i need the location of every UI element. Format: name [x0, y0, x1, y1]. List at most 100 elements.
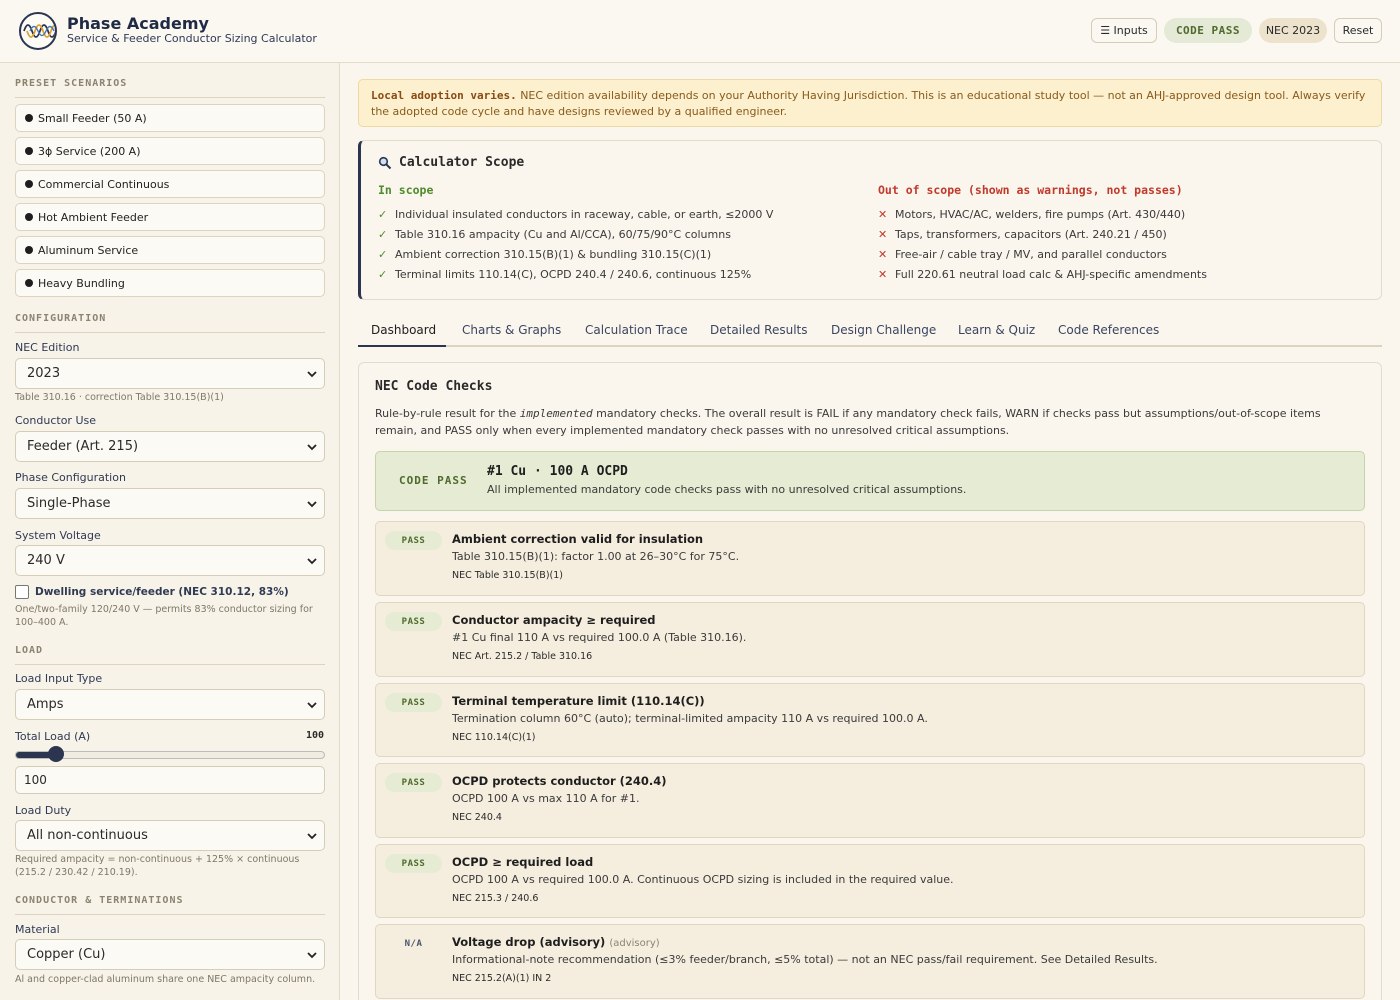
phase-academy-logo [19, 12, 57, 50]
preset-label: Commercial Continuous [38, 177, 170, 191]
out-scope-item: ✕ Full 220.61 neutral load calc & AHJ-spe… [878, 268, 1207, 281]
x-icon: ✕ [878, 268, 888, 281]
total-load-display: 100 [305, 730, 324, 741]
check-reference: NEC 240.4 [452, 812, 502, 823]
in-scope-item: ✓ Individual insulated conductors in race… [378, 208, 773, 221]
app-subtitle: Service & Feeder Conductor Sizing Calcul… [67, 32, 317, 45]
material-value: Copper (Cu) [27, 947, 106, 962]
divider [15, 97, 325, 98]
panel-title: NEC Code Checks [375, 379, 493, 394]
bullet-icon [25, 147, 33, 155]
total-load-slider[interactable] [15, 746, 325, 762]
preset-commercial-continuous-button[interactable]: Commercial Continuous [15, 170, 325, 198]
tab-bar: Dashboard Charts & Graphs Calculation Tr… [358, 315, 1382, 347]
dwelling-checkbox[interactable] [15, 585, 29, 599]
active-tab-indicator [358, 345, 446, 347]
material-hint: Al and copper-clad aluminum share one NE… [15, 974, 316, 985]
load-duty-select[interactable]: All non-continuous [15, 820, 325, 851]
system-voltage-label: System Voltage [15, 529, 101, 542]
preset-3ph-service-button[interactable]: 3ϕ Service (200 A) [15, 137, 325, 165]
divider [15, 332, 325, 333]
dwelling-checkbox-label[interactable]: Dwelling service/feeder (NEC 310.12, 83%… [35, 586, 289, 598]
tab-dashboard[interactable]: Dashboard [371, 323, 436, 337]
check-title: Terminal temperature limit (110.14(C)) [452, 694, 705, 708]
warning-text: NEC edition availability depends on your… [371, 89, 1366, 118]
status-badge: N/A [404, 938, 423, 949]
phase-config-label: Phase Configuration [15, 471, 126, 484]
check-reference: NEC 215.3 / 240.6 [452, 893, 539, 904]
preset-label: Small Feeder (50 A) [38, 111, 147, 125]
preset-aluminum-service-button[interactable]: Aluminum Service [15, 236, 325, 264]
nec-code-checks-panel: NEC Code Checks Rule-by-rule result for … [358, 362, 1382, 1000]
x-icon: ✕ [878, 248, 888, 261]
conductor-use-select[interactable]: Feeder (Art. 215) [15, 431, 325, 462]
nec-edition-select[interactable]: 2023 [15, 358, 325, 389]
in-scope-heading: In scope [378, 183, 434, 197]
tab-charts-graphs[interactable]: Charts & Graphs [462, 323, 561, 337]
check-description: Informational-note recommendation (≤3% f… [452, 953, 1158, 966]
preset-small-feeder-button[interactable]: Small Feeder (50 A) [15, 104, 325, 132]
in-scope-item: ✓ Ambient correction 310.15(B)(1) & bundl… [378, 248, 711, 261]
x-icon: ✕ [878, 208, 888, 221]
chevron-down-icon [307, 952, 317, 959]
in-scope-item: ✓ Terminal limits 110.14(C), OCPD 240.4 /… [378, 268, 751, 281]
out-scope-text: Full 220.61 neutral load calc & AHJ-spec… [895, 268, 1207, 281]
inputs-sidebar: PRESET SCENARIOS Small Feeder (50 A) 3ϕ … [0, 63, 340, 1000]
divider [15, 664, 325, 665]
code-check-item: PASS Terminal temperature limit (110.14(… [375, 683, 1365, 757]
desc-part: Rule-by-rule result for the [375, 407, 520, 420]
check-description: #1 Cu final 110 A vs required 100.0 A (T… [452, 631, 747, 644]
phase-config-value: Single-Phase [27, 496, 111, 511]
in-scope-item: ✓ Table 310.16 ampacity (Cu and Al/CCA), … [378, 228, 731, 241]
out-scope-text: Motors, HVAC/AC, welders, fire pumps (Ar… [895, 208, 1186, 221]
in-scope-text: Table 310.16 ampacity (Cu and Al/CCA), 6… [395, 228, 731, 241]
check-reference: NEC Table 310.15(B)(1) [452, 570, 563, 581]
overall-result-subtitle: All implemented mandatory code checks pa… [487, 483, 967, 496]
reset-button[interactable]: Reset [1334, 18, 1382, 43]
status-badge: PASS [385, 693, 442, 712]
total-load-input[interactable]: 100 [15, 766, 325, 794]
bullet-icon [25, 180, 33, 188]
conductor-terminations-title: CONDUCTOR & TERMINATIONS [15, 895, 184, 906]
tab-learn-quiz[interactable]: Learn & Quiz [958, 323, 1035, 337]
tab-design-challenge[interactable]: Design Challenge [831, 323, 936, 337]
check-icon: ✓ [378, 208, 388, 221]
load-input-type-select[interactable]: Amps [15, 689, 325, 720]
tab-code-references[interactable]: Code References [1058, 323, 1159, 337]
chevron-down-icon [307, 833, 317, 840]
preset-heavy-bundling-button[interactable]: Heavy Bundling [15, 269, 325, 297]
load-duty-hint: Required ampacity = non-continuous + 125… [15, 854, 300, 878]
inputs-button[interactable]: ☰ Inputs [1091, 18, 1157, 43]
check-title: Voltage drop (advisory) (advisory) [452, 935, 660, 949]
nec-edition-pill: NEC 2023 [1259, 18, 1327, 43]
slider-thumb[interactable] [48, 746, 65, 762]
check-description: OCPD 100 A vs max 110 A for #1. [452, 792, 640, 805]
material-label: Material [15, 923, 60, 936]
preset-hot-ambient-button[interactable]: Hot Ambient Feeder [15, 203, 325, 231]
out-scope-text: Free-air / cable tray / MV, and parallel… [895, 248, 1167, 261]
check-reference: NEC Art. 215.2 / Table 310.16 [452, 651, 593, 662]
tab-calculation-trace[interactable]: Calculation Trace [585, 323, 688, 337]
chevron-down-icon [307, 702, 317, 709]
material-select[interactable]: Copper (Cu) [15, 939, 325, 970]
magnifier-icon [378, 156, 392, 169]
check-description: Termination column 60°C (auto); terminal… [452, 712, 928, 725]
bullet-icon [25, 279, 33, 287]
preset-label: Aluminum Service [38, 243, 139, 257]
conductor-use-label: Conductor Use [15, 414, 96, 427]
tab-detailed-results[interactable]: Detailed Results [710, 323, 808, 337]
main-content: Local adoption varies. NEC edition avail… [358, 63, 1382, 1000]
out-scope-text: Taps, transformers, capacitors (Art. 240… [895, 228, 1167, 241]
system-voltage-value: 240 V [27, 553, 65, 568]
calculator-scope-card: Calculator Scope In scope Out of scope (… [358, 140, 1382, 300]
scope-title-text: Calculator Scope [399, 155, 525, 170]
load-title: LOAD [15, 645, 44, 656]
system-voltage-select[interactable]: 240 V [15, 545, 325, 576]
in-scope-text: Ambient correction 310.15(B)(1) & bundli… [395, 248, 712, 261]
out-scope-item: ✕ Motors, HVAC/AC, welders, fire pumps (A… [878, 208, 1185, 221]
load-input-type-value: Amps [27, 697, 64, 712]
phase-config-select[interactable]: Single-Phase [15, 488, 325, 519]
check-title: Conductor ampacity ≥ required [452, 613, 656, 627]
preset-label: Heavy Bundling [38, 276, 125, 290]
adoption-warning-banner: Local adoption varies. NEC edition avail… [358, 79, 1382, 127]
